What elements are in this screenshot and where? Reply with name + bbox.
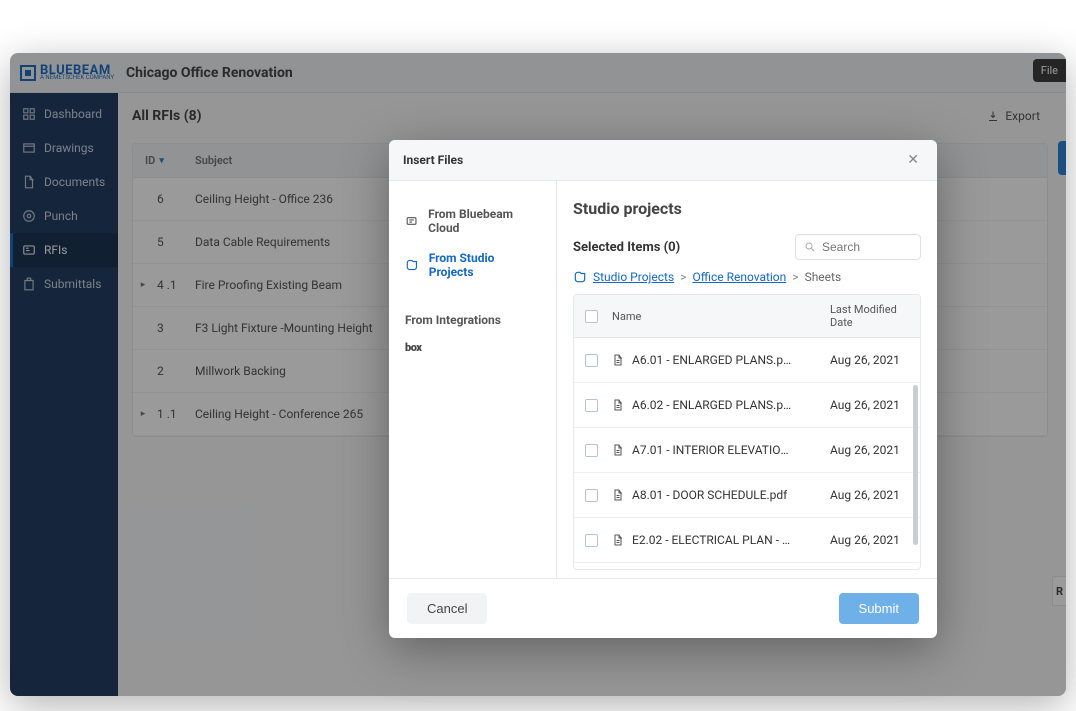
file-row[interactable]: E2.02 - ELECTRICAL PLAN - LEVEL Aug 26, … <box>574 518 920 563</box>
source-bluebeam-cloud[interactable]: From Bluebeam Cloud <box>401 199 544 243</box>
cell-filename: E2.02 - ELECTRICAL PLAN - LEVEL <box>608 525 826 555</box>
cell-filename: A6.02 - ENLARGED PLANS.pdf <box>608 390 826 420</box>
close-icon[interactable]: ✕ <box>903 150 923 170</box>
file-row[interactable]: A6.02 - ENLARGED PLANS.pdf Aug 26, 2021 <box>574 383 920 428</box>
source-label: From Studio Projects <box>429 251 540 279</box>
modal-footer: Cancel Submit <box>389 578 937 638</box>
modal-header: Insert Files ✕ <box>389 140 937 181</box>
breadcrumb-separator: > <box>680 270 686 284</box>
selected-items-label: Selected Items (0) <box>573 240 680 255</box>
file-row[interactable]: A7.01 - INTERIOR ELEVATIONS.pdf Aug 26, … <box>574 428 920 473</box>
breadcrumb-separator: > <box>792 270 798 284</box>
modal-body: From Bluebeam Cloud From Studio Projects… <box>389 181 937 578</box>
modal-source-panel: From Bluebeam Cloud From Studio Projects… <box>389 181 557 578</box>
box-icon: box <box>405 341 421 354</box>
cell-date: Aug 26, 2021 <box>826 390 920 420</box>
modal-content-panel: Studio projects Selected Items (0) Studi… <box>557 181 937 578</box>
row-check-cell <box>574 346 608 375</box>
row-check-cell <box>574 436 608 465</box>
search-input-wrapper[interactable] <box>795 234 921 260</box>
file-row[interactable]: A8.01 - DOOR SCHEDULE.pdf Aug 26, 2021 <box>574 473 920 518</box>
document-icon <box>612 534 624 546</box>
document-icon <box>612 354 624 366</box>
document-icon <box>612 399 624 411</box>
source-label: From Bluebeam Cloud <box>428 207 540 235</box>
document-icon <box>612 444 624 456</box>
row-checkbox[interactable] <box>585 444 598 457</box>
cloud-icon <box>405 214 418 228</box>
cell-filename: A8.01 - DOOR SCHEDULE.pdf <box>608 480 826 510</box>
source-box[interactable]: box <box>401 333 544 362</box>
submit-button[interactable]: Submit <box>839 593 919 624</box>
cell-date: Aug 26, 2021 <box>826 435 920 465</box>
breadcrumb-root[interactable]: Studio Projects <box>593 270 674 284</box>
breadcrumb: Studio Projects > Office Renovation > Sh… <box>573 270 921 284</box>
search-icon <box>804 241 816 253</box>
row-check-cell <box>574 481 608 510</box>
row-check-cell <box>574 391 608 420</box>
scrollbar-thumb[interactable] <box>913 385 918 545</box>
breadcrumb-mid[interactable]: Office Renovation <box>692 270 786 284</box>
cell-date: Aug 26, 2021 <box>826 525 920 555</box>
cell-filename: A6.01 - ENLARGED PLANS.pdf <box>608 345 826 375</box>
column-name[interactable]: Name <box>608 302 826 331</box>
cell-date: Aug 26, 2021 <box>826 480 920 510</box>
row-check-cell <box>574 526 608 555</box>
insert-files-modal: Insert Files ✕ From Bluebeam Cloud From … <box>389 140 937 638</box>
row-checkbox[interactable] <box>585 354 598 367</box>
modal-title: Insert Files <box>403 153 463 167</box>
breadcrumb-leaf: Sheets <box>805 270 842 284</box>
row-checkbox[interactable] <box>585 489 598 502</box>
document-icon <box>612 489 624 501</box>
selected-row: Selected Items (0) <box>573 234 921 260</box>
select-all-cell <box>574 302 608 331</box>
row-checkbox[interactable] <box>585 534 598 547</box>
select-all-checkbox[interactable] <box>585 310 598 323</box>
file-row[interactable]: A6.01 - ENLARGED PLANS.pdf Aug 26, 2021 <box>574 338 920 383</box>
column-date[interactable]: Last Modified Date <box>826 295 920 337</box>
source-title: Studio projects <box>573 199 921 218</box>
integrations-heading: From Integrations <box>401 307 544 333</box>
studio-icon <box>573 270 587 284</box>
row-checkbox[interactable] <box>585 399 598 412</box>
file-table: Name Last Modified Date A6.01 - ENLARGED… <box>573 294 921 570</box>
studio-icon <box>405 258 419 272</box>
file-table-header: Name Last Modified Date <box>574 295 920 338</box>
search-input[interactable] <box>822 240 912 254</box>
cell-date: Aug 26, 2021 <box>826 345 920 375</box>
source-studio-projects[interactable]: From Studio Projects <box>401 243 544 287</box>
file-row[interactable]: G0.00 - COVER SHEET.pdf Aug 26, 2021 <box>574 563 920 569</box>
cancel-button[interactable]: Cancel <box>407 593 487 624</box>
cell-filename: A7.01 - INTERIOR ELEVATIONS.pdf <box>608 435 826 465</box>
